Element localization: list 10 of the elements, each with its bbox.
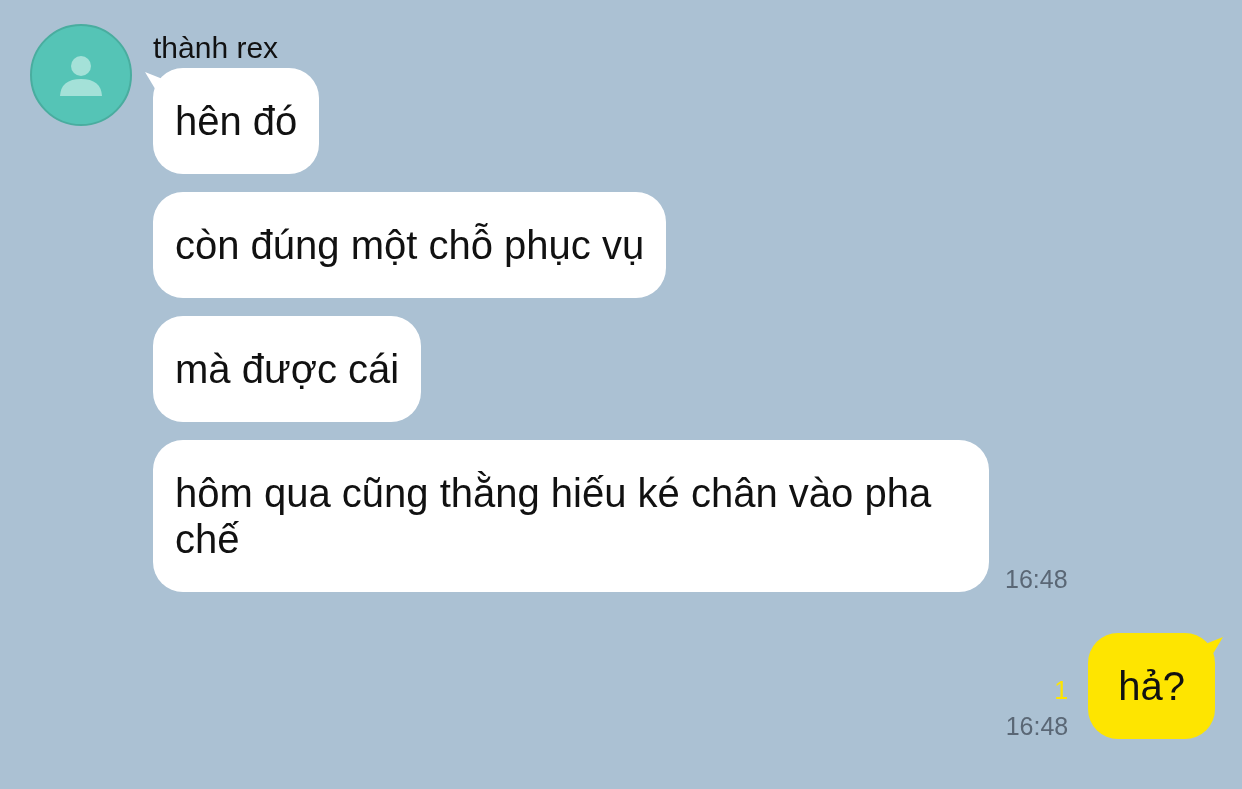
message-bubble: còn đúng một chỗ phục vụ xyxy=(153,192,667,298)
message-bubble: hên đó xyxy=(153,68,320,174)
message-bubble: hả? xyxy=(1088,633,1215,739)
message-bubble: hôm qua cũng thằng hiếu ké chân vào pha chế xyxy=(153,440,989,592)
sender-name: thành rex xyxy=(153,30,280,66)
avatar-icon[interactable] xyxy=(30,24,132,126)
unread-count: 1 xyxy=(1054,675,1069,705)
message-time: 16:48 xyxy=(1005,564,1068,594)
message-bubble: mà được cái xyxy=(153,316,422,422)
message-time: 16:48 xyxy=(1005,711,1069,741)
